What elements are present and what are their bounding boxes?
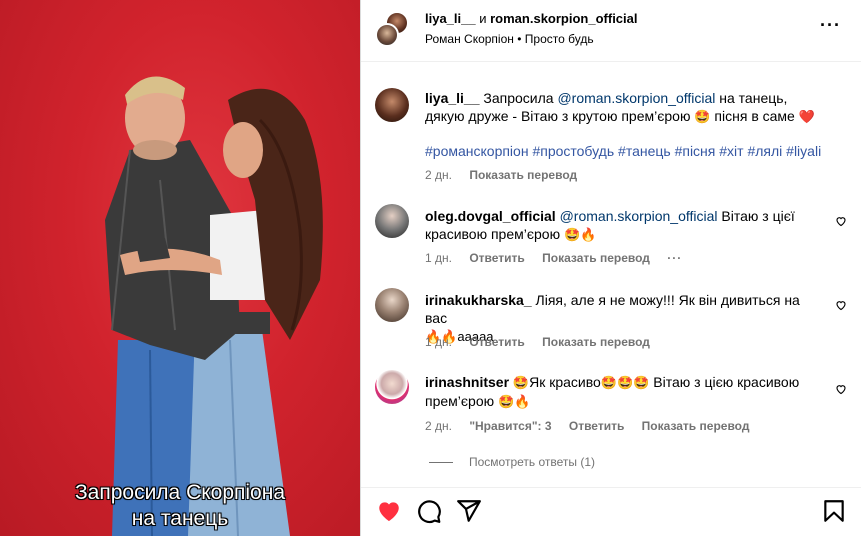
more-options-icon[interactable]: ···: [820, 16, 841, 34]
comment-like-icon[interactable]: [835, 383, 847, 395]
comment-body: Як красиво: [529, 374, 601, 390]
couple-photo: [105, 76, 323, 536]
translate-button[interactable]: Показать перевод: [542, 335, 650, 349]
avatar-roman: [375, 23, 399, 47]
post-media[interactable]: Запросила Скорпіона на танець: [0, 0, 360, 536]
comment-emoji: 🤩🔥: [563, 227, 597, 242]
view-replies-label: Посмотреть ответы (1): [469, 455, 596, 469]
post-header: liya_li__ и roman.skorpion_official Рома…: [361, 0, 861, 62]
comment-time[interactable]: 1 дн.: [425, 251, 452, 265]
view-replies-button[interactable]: Посмотреть ответы (1): [429, 455, 595, 469]
caption-text-a: Запросила: [483, 90, 554, 106]
comment-text: irinashnitser 🤩Як красиво🤩🤩🤩 Вітаю з ціє…: [425, 373, 825, 411]
comment-emoji-2: 🤩🤩🤩: [600, 375, 650, 390]
caption-text-c: пісня в саме: [714, 108, 795, 124]
caption-line-1: Запросила Скорпіона: [74, 481, 286, 504]
caption-time[interactable]: 2 дн.: [425, 168, 452, 182]
translate-button[interactable]: Показать перевод: [642, 419, 750, 433]
caption-hashtags[interactable]: #романскорпіон #простобудь #танець #пісн…: [425, 142, 825, 160]
collab-avatars[interactable]: [375, 11, 411, 47]
star-struck-emoji: 🤩: [694, 109, 711, 124]
heart-emoji: ❤️: [798, 109, 815, 124]
comment-time[interactable]: 1 дн.: [425, 335, 452, 349]
caption-line-2: на танець: [131, 507, 229, 530]
comment-meta: 1 дн. Ответить Показать перевод ···: [425, 251, 696, 265]
likes-count[interactable]: "Нравится": 3: [469, 419, 551, 433]
reply-button[interactable]: Ответить: [469, 251, 524, 265]
author-liya[interactable]: liya_li__: [425, 11, 476, 26]
comment-emoji-1: 🤩: [512, 375, 530, 390]
caption-mention[interactable]: @roman.skorpion_official: [557, 90, 715, 106]
avatar[interactable]: [375, 88, 409, 122]
post-details-panel: liya_li__ и roman.skorpion_official Рома…: [361, 0, 861, 536]
authors-connector: и: [479, 11, 487, 26]
comment-time[interactable]: 2 дн.: [425, 419, 452, 433]
comment-more-icon[interactable]: ···: [667, 251, 682, 265]
reply-button[interactable]: Ответить: [569, 419, 624, 433]
post-authors: liya_li__ и roman.skorpion_official: [425, 11, 638, 26]
avatar[interactable]: [375, 288, 409, 322]
translate-button[interactable]: Показать перевод: [542, 251, 650, 265]
author-roman[interactable]: roman.skorpion_official: [490, 11, 637, 26]
comment-text: oleg.dovgal_official @roman.skorpion_off…: [425, 207, 825, 244]
avatar-story-ring[interactable]: [375, 370, 409, 404]
comment-username[interactable]: irinakukharska_: [425, 292, 532, 308]
avatar[interactable]: [375, 204, 409, 238]
caption-meta: 2 дн. Показать перевод: [425, 168, 591, 182]
comment-icon[interactable]: [416, 498, 442, 524]
comment-username[interactable]: oleg.dovgal_official: [425, 208, 556, 224]
comment-like-icon[interactable]: [835, 215, 847, 227]
comment-username[interactable]: irinashnitser: [425, 374, 509, 390]
save-bookmark-icon[interactable]: [821, 498, 847, 524]
reply-button[interactable]: Ответить: [469, 335, 524, 349]
action-bar: [361, 487, 861, 536]
like-heart-icon[interactable]: [376, 498, 402, 524]
comment-meta: 1 дн. Ответить Показать перевод: [425, 335, 664, 349]
caption-translate[interactable]: Показать перевод: [469, 168, 577, 182]
caption-text: liya_li__ Запросила @roman.skorpion_offi…: [425, 89, 825, 160]
comment-like-icon[interactable]: [835, 299, 847, 311]
caption-username[interactable]: liya_li__: [425, 90, 480, 106]
music-info[interactable]: Роман Скорпіон • Просто будь: [425, 32, 594, 46]
comment-emoji-3: 🤩🔥: [498, 394, 531, 409]
comment-mention[interactable]: @roman.skorpion_official: [560, 208, 718, 224]
comment-meta: 2 дн. "Нравится": 3 Ответить Показать пе…: [425, 419, 763, 433]
replies-line: [429, 462, 453, 464]
share-icon[interactable]: [456, 498, 482, 524]
